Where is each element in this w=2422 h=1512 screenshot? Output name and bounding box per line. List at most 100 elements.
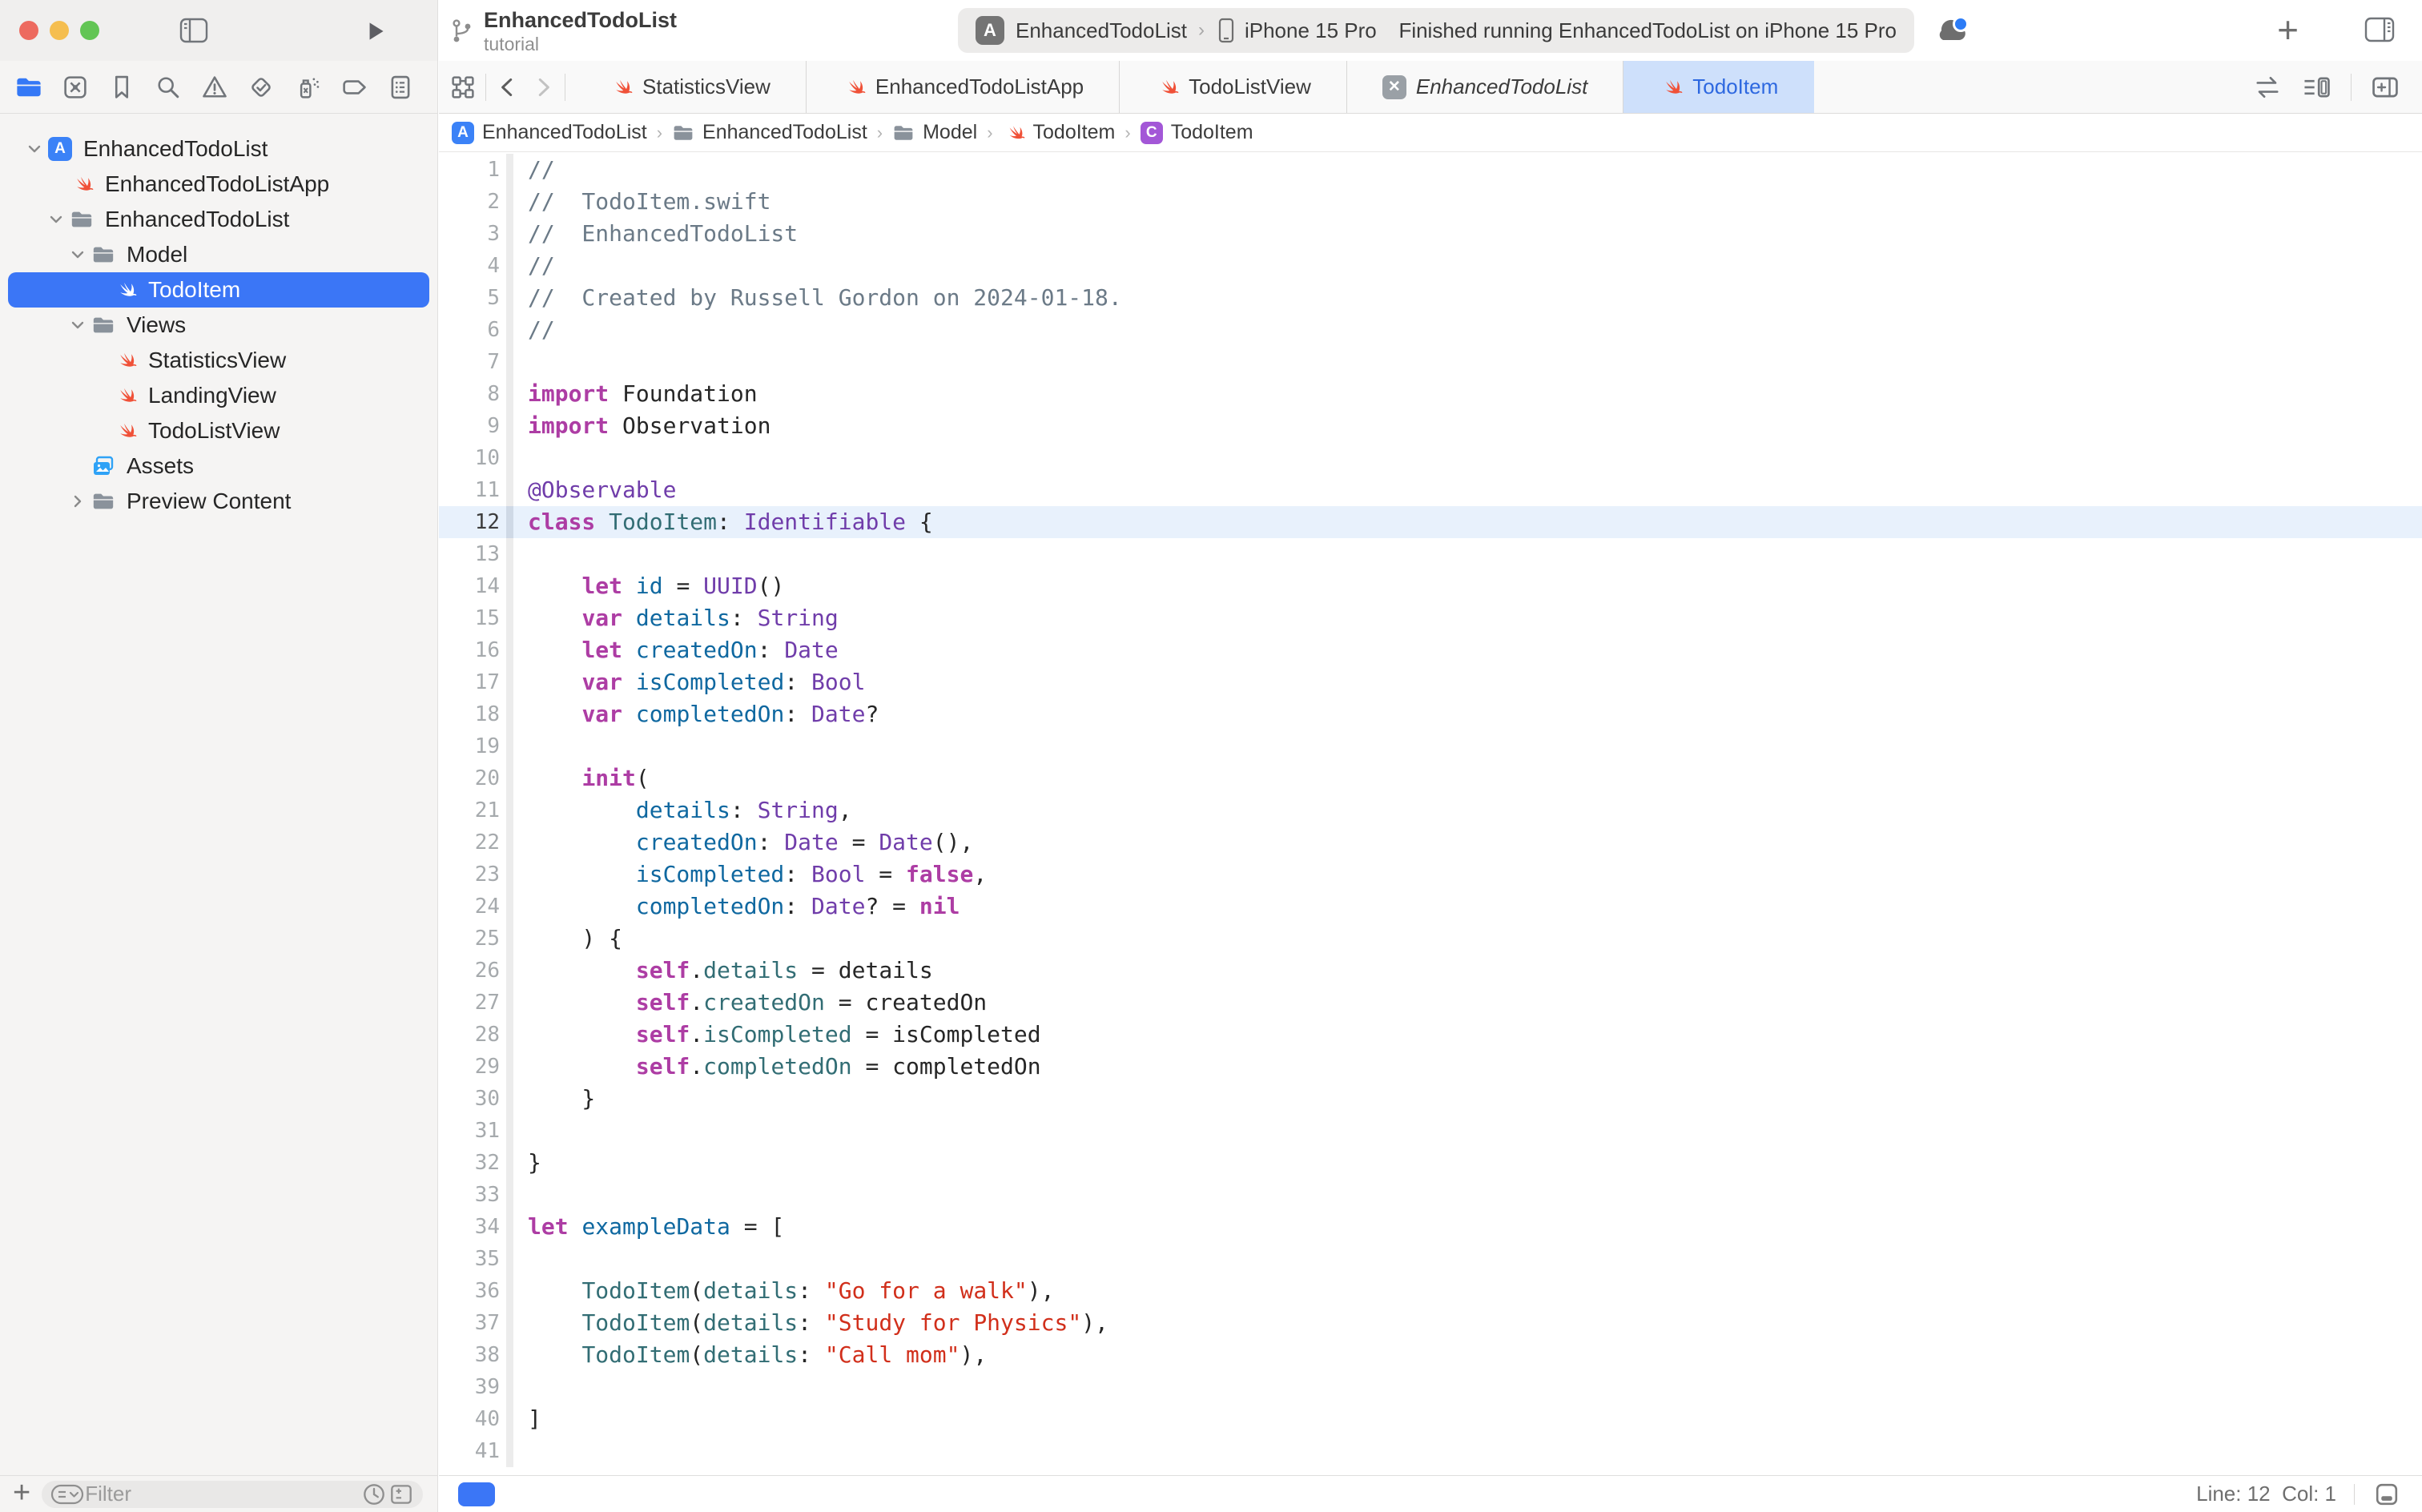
chevron-down-icon[interactable] (24, 141, 45, 157)
line-number[interactable]: 33 (439, 1183, 500, 1207)
line-number[interactable]: 25 (439, 927, 500, 951)
fold-ribbon[interactable] (506, 698, 513, 730)
line-number[interactable]: 4 (439, 254, 500, 278)
fold-ribbon[interactable] (506, 891, 513, 923)
fold-ribbon[interactable] (506, 1211, 513, 1243)
chevron-right-icon[interactable] (67, 493, 88, 509)
toggle-navigator-icon[interactable] (176, 16, 211, 45)
line-number[interactable]: 5 (439, 286, 500, 310)
filter-input[interactable] (85, 1482, 360, 1506)
line-number[interactable]: 26 (439, 959, 500, 983)
go-back-icon[interactable] (494, 73, 521, 102)
minimap-toggle-icon[interactable] (2372, 1480, 2401, 1509)
tab-todolistview[interactable]: TodoListView (1120, 61, 1347, 113)
recent-files-clock-icon[interactable] (360, 1481, 388, 1508)
line-number[interactable]: 29 (439, 1055, 500, 1079)
fold-ribbon[interactable] (506, 314, 513, 346)
breakpoints-icon[interactable] (338, 73, 370, 102)
fold-ribbon[interactable] (506, 794, 513, 826)
sidebar-item-statisticsview[interactable]: StatisticsView (8, 343, 429, 378)
line-number[interactable]: 11 (439, 478, 500, 502)
tab-enhancedtodolistapp[interactable]: EnhancedTodoListApp (807, 61, 1120, 113)
line-number[interactable]: 24 (439, 895, 500, 919)
line-number[interactable]: 17 (439, 670, 500, 694)
editor-options-icon[interactable] (2301, 73, 2333, 102)
line-number[interactable]: 19 (439, 734, 500, 758)
bookmarks-icon[interactable] (106, 73, 138, 102)
line-number[interactable]: 38 (439, 1343, 500, 1367)
sidebar-item-views[interactable]: Views (8, 308, 429, 343)
fold-ribbon[interactable] (506, 442, 513, 474)
xcode-cloud-icon[interactable] (1932, 13, 1973, 46)
fold-ribbon[interactable] (506, 730, 513, 762)
add-file-button[interactable]: + (13, 1481, 30, 1505)
run-button[interactable] (362, 18, 389, 45)
line-number[interactable]: 10 (439, 446, 500, 470)
source-editor[interactable]: 1 // 2 // TodoItem.swift 3 // EnhancedTo… (439, 152, 2422, 1475)
fold-ribbon[interactable] (506, 1435, 513, 1467)
breadcrumb-segment[interactable]: TodoItem (1003, 121, 1116, 144)
fold-ribbon[interactable] (506, 602, 513, 634)
go-forward-icon[interactable] (529, 73, 557, 102)
sidebar-item-assets[interactable]: Assets (8, 448, 429, 484)
breadcrumb-segment[interactable]: EnhancedTodoList (672, 121, 867, 144)
line-number[interactable]: 37 (439, 1311, 500, 1335)
breadcrumb-segment[interactable]: A EnhancedTodoList (452, 121, 647, 144)
line-number[interactable]: 20 (439, 766, 500, 790)
chevron-down-icon[interactable] (67, 247, 88, 263)
line-number[interactable]: 36 (439, 1279, 500, 1303)
line-number[interactable]: 14 (439, 574, 500, 598)
tab-todoitem[interactable]: TodoItem (1623, 61, 1814, 113)
line-number[interactable]: 35 (439, 1247, 500, 1271)
fold-ribbon[interactable] (506, 570, 513, 602)
fold-ribbon[interactable] (506, 218, 513, 250)
fold-ribbon[interactable] (506, 1147, 513, 1179)
fold-ribbon[interactable] (506, 282, 513, 314)
fold-ribbon[interactable] (506, 1179, 513, 1211)
line-number[interactable]: 13 (439, 542, 500, 566)
tests-icon[interactable] (245, 73, 277, 102)
chevron-down-icon[interactable] (67, 317, 88, 333)
fold-ribbon[interactable] (506, 826, 513, 859)
filter-field[interactable] (42, 1481, 423, 1508)
fold-ribbon[interactable] (506, 1115, 513, 1147)
fold-ribbon[interactable] (506, 859, 513, 891)
fold-ribbon[interactable] (506, 186, 513, 218)
add-editor-icon[interactable] (2369, 73, 2401, 102)
line-number[interactable]: 40 (439, 1407, 500, 1431)
zoom-window-button[interactable] (80, 21, 99, 40)
fold-ribbon[interactable] (506, 1307, 513, 1339)
line-number[interactable]: 31 (439, 1119, 500, 1143)
find-icon[interactable] (152, 73, 184, 102)
toggle-inspector-icon[interactable] (2361, 15, 2398, 44)
line-number[interactable]: 3 (439, 222, 500, 246)
debug-icon[interactable] (292, 73, 324, 102)
fold-ribbon[interactable] (506, 154, 513, 186)
project-navigator-icon[interactable] (13, 73, 45, 102)
sidebar-item-enhancedtodolistapp[interactable]: EnhancedTodoListApp (8, 167, 429, 202)
line-number[interactable]: 27 (439, 991, 500, 1015)
related-items-icon[interactable] (449, 73, 477, 102)
line-number[interactable]: 6 (439, 318, 500, 342)
fold-ribbon[interactable] (506, 1275, 513, 1307)
line-number[interactable]: 15 (439, 606, 500, 630)
scheme-destination-bar[interactable]: A EnhancedTodoList › iPhone 15 Pro Finis… (958, 8, 1914, 53)
fold-ribbon[interactable] (506, 1371, 513, 1403)
tab-enhancedtodolist[interactable]: ✕ EnhancedTodoList (1347, 61, 1623, 113)
close-window-button[interactable] (19, 21, 38, 40)
fold-ribbon[interactable] (506, 666, 513, 698)
chevron-down-icon[interactable] (46, 211, 66, 227)
fold-ribbon[interactable] (506, 1083, 513, 1115)
line-number[interactable]: 39 (439, 1375, 500, 1399)
line-number[interactable]: 41 (439, 1439, 500, 1463)
add-toolbar-button[interactable]: + (2277, 11, 2299, 48)
line-number[interactable]: 2 (439, 190, 500, 214)
line-number[interactable]: 23 (439, 863, 500, 887)
fold-ribbon[interactable] (506, 1243, 513, 1275)
fold-ribbon[interactable] (506, 762, 513, 794)
fold-ribbon[interactable] (506, 1339, 513, 1371)
fold-ribbon[interactable] (506, 538, 513, 570)
line-number[interactable]: 21 (439, 798, 500, 822)
line-number[interactable]: 1 (439, 158, 500, 182)
sidebar-item-todolistview[interactable]: TodoListView (8, 413, 429, 448)
